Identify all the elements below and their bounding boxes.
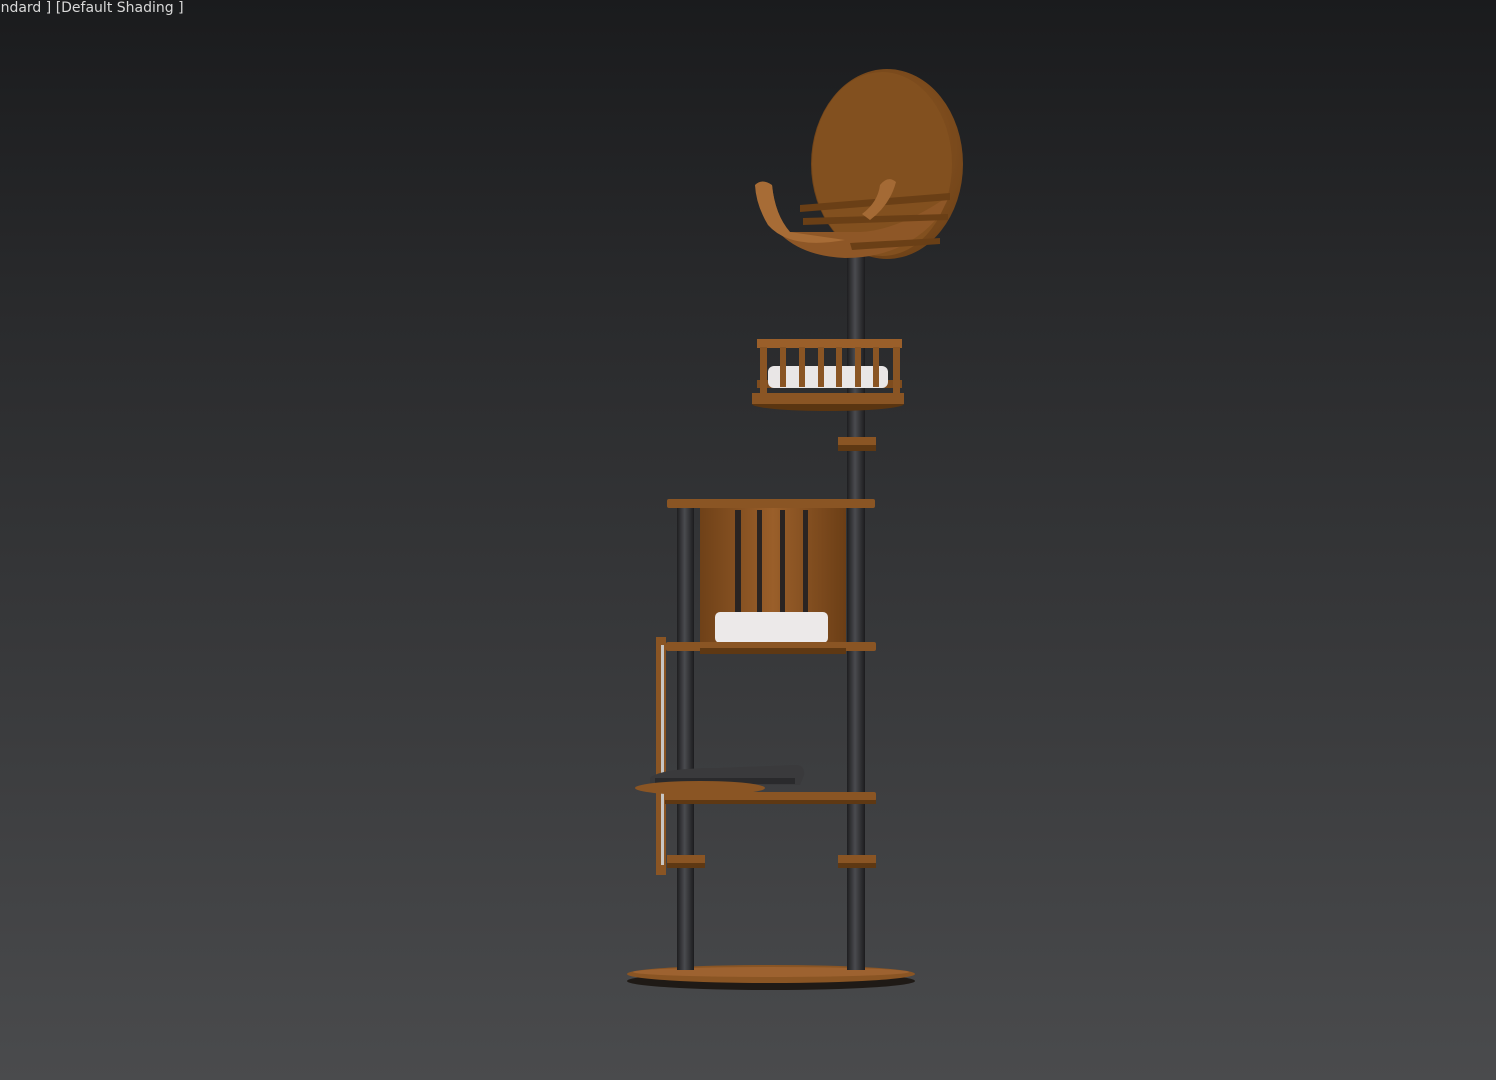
pole-left	[677, 508, 694, 970]
top-disc-perch	[755, 69, 963, 259]
lower-shelf	[635, 765, 876, 804]
middle-house	[666, 499, 876, 654]
cat-tree-model[interactable]	[0, 0, 1496, 1080]
base-platform	[627, 965, 915, 990]
3d-viewport[interactable]: andard ] [Default Shading ]	[0, 0, 1496, 1080]
upper-basket	[752, 339, 904, 411]
pole-collar-upper	[838, 437, 876, 451]
pole-collars-lower	[667, 855, 876, 868]
side-ramp	[656, 637, 666, 875]
